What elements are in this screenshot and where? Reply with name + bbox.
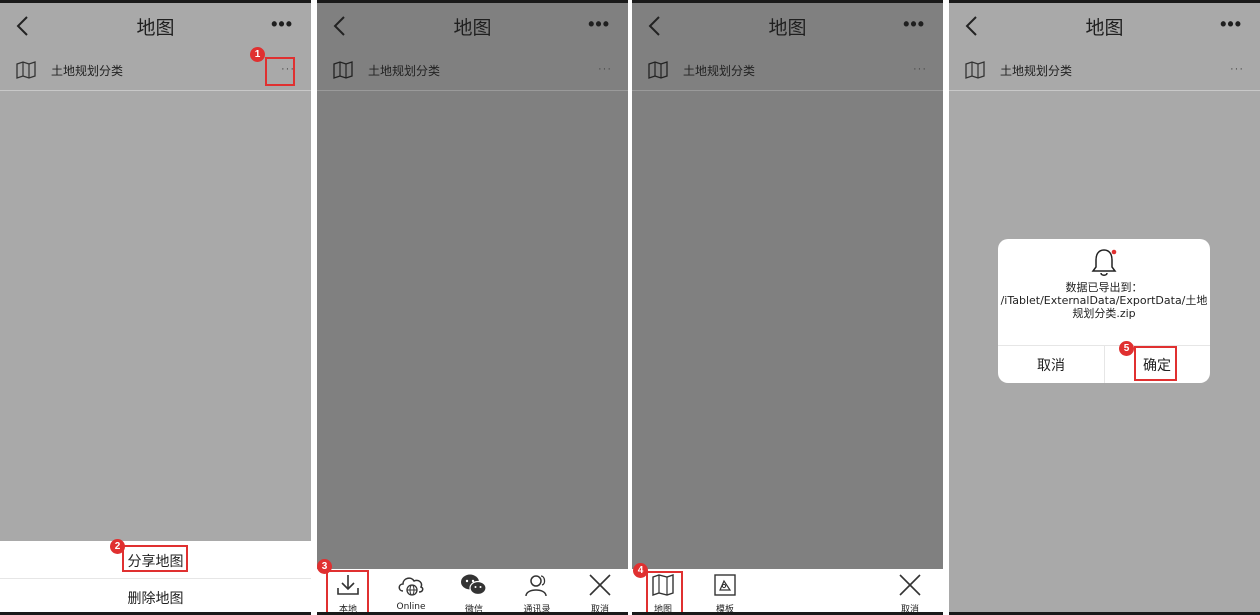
- share-wechat-button[interactable]: 微信: [449, 569, 499, 615]
- map-name: 土地规划分类: [51, 64, 124, 78]
- step-5-badge: 5: [1119, 341, 1134, 356]
- nav-header: 地图 •••: [632, 3, 943, 49]
- step-1-badge: 1: [250, 47, 265, 62]
- item-more-button[interactable]: ···: [1230, 63, 1244, 75]
- share-wechat-label: 微信: [464, 605, 483, 615]
- map-icon: [648, 61, 668, 79]
- step-2-highlight: [122, 545, 188, 572]
- page-title: 地图: [453, 17, 492, 39]
- nav-header: 地图 •••: [317, 3, 628, 49]
- divider: [0, 578, 311, 579]
- map-icon: [333, 61, 353, 79]
- screen-3-share-type: 地图 ••• 土地规划分类 ··· 地图 模板 取消 4: [632, 0, 943, 615]
- share-cancel-button[interactable]: 取消: [575, 569, 625, 615]
- step-4-badge: 4: [633, 563, 648, 578]
- share-contacts-label: 通讯录: [523, 605, 551, 615]
- nav-header: 地图 •••: [0, 3, 311, 49]
- screen-1-map-list: 地图 ••• 土地规划分类 ··· 1 分享地图 删除地图 2: [0, 0, 311, 615]
- share-cancel-label: 取消: [590, 605, 609, 615]
- map-name: 土地规划分类: [368, 64, 441, 78]
- step-3-highlight: [326, 570, 369, 612]
- share-online-button[interactable]: Online: [386, 569, 436, 612]
- page-title: 地图: [768, 17, 807, 39]
- step-5-highlight: [1134, 346, 1177, 381]
- map-list-item[interactable]: 土地规划分类 ···: [949, 51, 1260, 91]
- dialog-message-line-3: 规划分类.zip: [1072, 307, 1136, 320]
- share-type-cancel-button[interactable]: 取消: [885, 569, 935, 615]
- more-menu-button[interactable]: •••: [588, 15, 610, 33]
- step-4-highlight: [646, 571, 683, 612]
- delete-map-option[interactable]: 删除地图: [0, 588, 311, 608]
- map-icon: [16, 61, 36, 79]
- share-online-label: Online: [396, 602, 426, 612]
- dialog-message-line-2: /iTablet/ExternalData/ExportData/土地: [1000, 294, 1208, 307]
- contacts-icon: [525, 575, 547, 597]
- wechat-icon: [461, 574, 487, 596]
- page-title: 地图: [136, 17, 175, 39]
- share-template-type-label: 模板: [715, 605, 734, 615]
- more-menu-button[interactable]: •••: [903, 15, 925, 33]
- map-name: 土地规划分类: [683, 64, 756, 78]
- export-complete-dialog: 数据已导出到： /iTablet/ExternalData/ExportData…: [998, 239, 1210, 383]
- share-contacts-button[interactable]: 通讯录: [512, 569, 562, 615]
- template-icon: [714, 574, 736, 596]
- step-2-badge: 2: [110, 539, 125, 554]
- share-template-type-button[interactable]: 模板: [700, 569, 750, 615]
- screen-4-export-dialog: 地图 ••• 土地规划分类 ··· 数据已导出到： /iTablet/Exter…: [949, 0, 1260, 615]
- step-3-badge: 3: [317, 559, 332, 574]
- dialog-message-line-1: 数据已导出到：: [1065, 281, 1143, 294]
- dialog-cancel-button[interactable]: 取消: [998, 355, 1104, 375]
- dialog-message: 数据已导出到： /iTablet/ExternalData/ExportData…: [998, 281, 1210, 320]
- nav-header: 地图 •••: [949, 3, 1260, 49]
- item-more-button[interactable]: ···: [913, 63, 927, 75]
- close-icon: [899, 574, 921, 596]
- page-title: 地图: [1085, 17, 1124, 39]
- item-more-button[interactable]: ···: [598, 63, 612, 75]
- map-name: 土地规划分类: [1000, 64, 1073, 78]
- more-menu-button[interactable]: •••: [1220, 15, 1242, 33]
- step-1-highlight: [265, 57, 295, 86]
- bell-notification-icon: [1091, 249, 1117, 276]
- more-menu-button[interactable]: •••: [271, 15, 293, 33]
- map-list-item[interactable]: 土地规划分类 ···: [632, 51, 943, 91]
- map-icon: [965, 61, 985, 79]
- share-type-cancel-label: 取消: [900, 605, 919, 615]
- screen-2-share-targets: 地图 ••• 土地规划分类 ··· 本地 Online 微信 通讯录 取消 3: [317, 0, 628, 615]
- close-icon: [589, 574, 611, 596]
- map-list-item[interactable]: 土地规划分类 ···: [317, 51, 628, 91]
- cloud-globe-icon: [398, 577, 424, 596]
